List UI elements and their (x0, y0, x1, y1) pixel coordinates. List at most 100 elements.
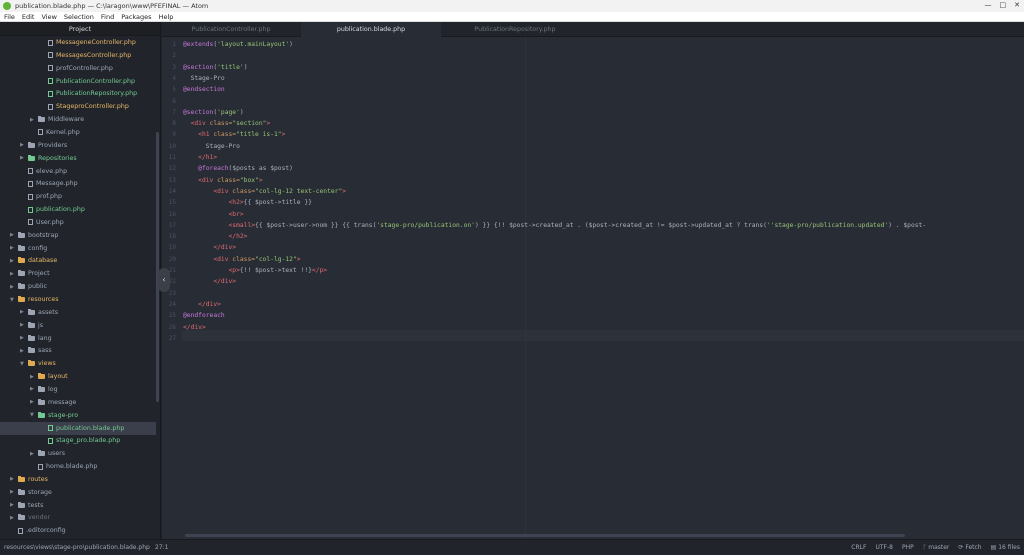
tree-item[interactable]: MessageneController.php (0, 36, 156, 49)
chevron-right-icon[interactable]: ▶ (20, 309, 26, 315)
code-line[interactable]: @section('page') (183, 107, 244, 118)
close-button[interactable]: ✕ (1014, 1, 1020, 9)
tree-item[interactable]: PublicationRepository.php (0, 87, 156, 100)
tree-item[interactable]: stage_pro.blade.php (0, 434, 156, 447)
code-line[interactable]: Stage-Pro (183, 141, 240, 152)
code-line[interactable]: @endsection (183, 84, 225, 95)
tree-item[interactable]: ▶ Middleware (0, 113, 156, 126)
chevron-right-icon[interactable]: ▶ (20, 335, 26, 341)
chevron-right-icon[interactable]: ▶ (10, 515, 16, 521)
tree-item[interactable]: publication.php (0, 203, 156, 216)
code-line[interactable]: @section('title') (183, 62, 247, 73)
tree-item[interactable]: ▶ lang (0, 332, 156, 345)
tree-item[interactable]: MessagesController.php (0, 49, 156, 62)
maximize-button[interactable]: □ (1000, 1, 1007, 9)
tree-item[interactable]: ▶ sass (0, 344, 156, 357)
horizontal-scrollbar[interactable] (185, 534, 905, 537)
tree-item[interactable]: ▶ Providers (0, 139, 156, 152)
branch-label[interactable]: ᚴ master (923, 544, 950, 551)
code-line[interactable]: </div> (183, 299, 221, 310)
menu-selection[interactable]: Selection (64, 13, 94, 21)
code-line[interactable]: <small>{{ $post->user->nom }} {{ trans('… (183, 220, 927, 231)
tree-item[interactable]: Message.php (0, 177, 156, 190)
code-line[interactable]: <br> (183, 209, 244, 220)
tree-item[interactable]: ▼ stage-pro (0, 409, 156, 422)
tree-item[interactable]: ▶ log (0, 383, 156, 396)
code-line[interactable]: @foreach($posts as $post) (183, 163, 293, 174)
cursor-position[interactable]: 27:1 (155, 544, 168, 551)
chevron-right-icon[interactable]: ▶ (10, 258, 16, 264)
tree-item[interactable]: prof.php (0, 190, 156, 203)
sidebar-scrollbar[interactable] (156, 132, 159, 402)
tree-item[interactable]: ▼ resources (0, 293, 156, 306)
line-ending[interactable]: CRLF (851, 544, 866, 551)
menu-view[interactable]: View (41, 13, 56, 21)
chevron-right-icon[interactable]: ▶ (20, 348, 26, 354)
chevron-right-icon[interactable]: ▶ (10, 232, 16, 238)
code-line[interactable]: </h2> (183, 231, 248, 242)
chevron-right-icon[interactable]: ▶ (30, 374, 36, 380)
tree-item[interactable]: ▶ config (0, 242, 156, 255)
chevron-right-icon[interactable]: ▶ (10, 271, 16, 277)
tree-item[interactable]: ▶ bootstrap (0, 229, 156, 242)
chevron-right-icon[interactable]: ▶ (10, 284, 16, 290)
code-line[interactable]: <p>{!! $post->text !!}</p> (183, 265, 328, 276)
code-line[interactable]: @extends('layout.mainLayout') (183, 39, 293, 50)
menu-help[interactable]: Help (159, 13, 174, 21)
tree-item[interactable]: ▼ views (0, 357, 156, 370)
tree-item[interactable]: Kernel.php (0, 126, 156, 139)
tree-item[interactable]: ▶ storage (0, 486, 156, 499)
tab-publication-controller[interactable]: PublicationController.php (162, 22, 300, 37)
tree-item[interactable]: home.blade.php (0, 460, 156, 473)
chevron-right-icon[interactable]: ▶ (10, 489, 16, 495)
tree-item[interactable]: ▶ tests (0, 499, 156, 512)
code-line[interactable]: </div> (183, 322, 206, 333)
menu-find[interactable]: Find (101, 13, 114, 21)
code-editor[interactable]: 1 2 3 4 5 6 7 8 9 10 11 12 13 14 15 16 17 18 19 20 21 22 23 24 2… (162, 37, 1024, 539)
chevron-right-icon[interactable]: ▶ (20, 322, 26, 328)
chevron-right-icon[interactable]: ▶ (20, 142, 26, 148)
chevron-right-icon[interactable]: ▶ (10, 476, 16, 482)
chevron-right-icon[interactable]: ▶ (30, 386, 36, 392)
code-line[interactable]: <div class="col-lg-12"> (183, 254, 300, 265)
chevron-down-icon[interactable]: ▼ (30, 412, 36, 418)
chevron-right-icon[interactable]: ▶ (30, 451, 36, 457)
project-header[interactable]: Project (0, 22, 160, 36)
tab-publication-blade[interactable]: publication.blade.php (301, 22, 441, 37)
tree-item[interactable]: ▶ users (0, 447, 156, 460)
tree-item[interactable]: StageproController.php (0, 100, 156, 113)
tree-item[interactable]: ▶ database (0, 254, 156, 267)
tree-item[interactable]: ▶ layout (0, 370, 156, 383)
encoding[interactable]: UTF-8 (875, 544, 893, 551)
code-line[interactable]: @endforeach (183, 310, 225, 321)
chevron-right-icon[interactable]: ▶ (30, 399, 36, 405)
tree-item[interactable]: .editorconfig (0, 524, 156, 537)
menu-file[interactable]: File (4, 13, 15, 21)
file-path[interactable]: resources\views\stage-pro\publication.bl… (4, 544, 150, 551)
chevron-right-icon[interactable]: ▶ (20, 155, 26, 161)
chevron-right-icon[interactable]: ▶ (10, 245, 16, 251)
code-line[interactable]: <h1 class="title is-1"> (183, 129, 285, 140)
chevron-down-icon[interactable]: ▼ (10, 297, 16, 303)
tree-item[interactable]: ▶ Project (0, 267, 156, 280)
grammar[interactable]: PHP (902, 544, 914, 551)
tree-item[interactable]: ▶ Repositories (0, 152, 156, 165)
minimize-button[interactable]: — (985, 1, 992, 9)
chevron-right-icon[interactable]: ▶ (30, 117, 36, 123)
files-count[interactable]: ▤ 16 files (991, 544, 1020, 551)
tree-item[interactable]: PublicationController.php (0, 75, 156, 88)
tab-publication-repository[interactable]: PublicationRepository.php (442, 22, 588, 37)
collapse-panel-icon[interactable]: ‹ (158, 268, 170, 292)
menu-edit[interactable]: Edit (22, 13, 35, 21)
menu-packages[interactable]: Packages (121, 13, 151, 21)
tree-item[interactable]: ▶ routes (0, 473, 156, 486)
code-line[interactable]: <h2>{{ $post->title }} (183, 197, 312, 208)
code-line[interactable]: </div> (183, 242, 236, 253)
code-line[interactable]: </div> (183, 276, 236, 287)
code-line[interactable]: </h1> (183, 152, 217, 163)
tree-item[interactable]: ▶ public (0, 280, 156, 293)
tree-item[interactable]: eleve.php (0, 165, 156, 178)
chevron-down-icon[interactable]: ▼ (20, 361, 26, 367)
tree-item[interactable]: User.php (0, 216, 156, 229)
code-line[interactable]: <div class="box"> (183, 175, 262, 186)
